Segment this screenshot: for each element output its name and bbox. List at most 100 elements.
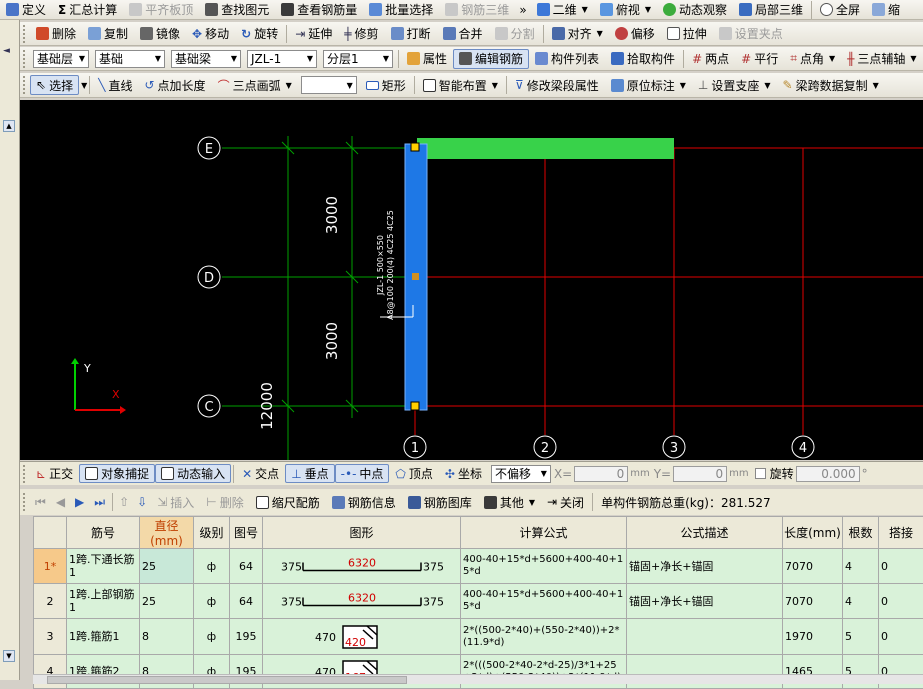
more-chevron-icon[interactable]: » [515, 3, 530, 17]
lap-cell[interactable]: 0 [879, 549, 923, 584]
coordinate-snap[interactable]: ✣坐标 [439, 464, 488, 483]
grade-cell[interactable]: ф [194, 584, 230, 619]
extend-button[interactable]: ⇥延伸 [289, 24, 338, 44]
grade-cell[interactable]: ф [194, 619, 230, 655]
define-button[interactable]: 定义 [0, 0, 52, 20]
modify-span-props-button[interactable]: ⊽修改梁段属性 [509, 75, 605, 95]
rebar-info-button[interactable]: 钢筋信息 [326, 492, 402, 512]
three-point-arc-dropdown[interactable]: ⌒三点画弧▼ [212, 75, 298, 95]
col-header-lap[interactable]: 搭接 [879, 517, 923, 549]
component-list-button[interactable]: 构件列表 [529, 49, 605, 69]
pick-component-button[interactable]: 拾取构件 [605, 49, 681, 69]
three-point-axis-button[interactable]: ╫三点辅轴▼ [841, 49, 922, 69]
formula-desc-cell[interactable]: 锚固+净长+锚固 [627, 584, 783, 619]
properties-button[interactable]: 属性 [401, 49, 453, 69]
merge-button[interactable]: 合并 [437, 24, 489, 44]
rotate-angle-input[interactable]: 0.000 [796, 466, 860, 482]
shape-cell[interactable]: 3756320375 [263, 584, 461, 619]
point-angle-dropdown[interactable]: ⌗点角▼ [784, 49, 841, 69]
dynamic-input-toggle[interactable]: 动态输入 [155, 464, 231, 483]
diameter-cell[interactable]: 25 [140, 549, 194, 584]
grip-point[interactable] [411, 402, 419, 410]
col-header-formula-desc[interactable]: 公式描述 [627, 517, 783, 549]
length-cell[interactable]: 7070 [783, 549, 843, 584]
ortho-toggle[interactable]: ⊾正交 [30, 464, 79, 483]
toolbar-grip[interactable] [23, 50, 27, 68]
formula-cell[interactable]: 400-40+15*d+5600+400-40+15*d [461, 584, 627, 619]
move-down-icon[interactable]: ⇩ [133, 495, 151, 509]
rebar-library-button[interactable]: 钢筋图库 [402, 492, 478, 512]
y-offset-input[interactable]: 0 [673, 466, 727, 482]
perpendicular-snap[interactable]: ⊥垂点 [285, 464, 334, 483]
insert-button[interactable]: ⇲插入 [151, 492, 200, 512]
break-button[interactable]: 打断 [385, 24, 437, 44]
copy-button[interactable]: 复制 [82, 24, 134, 44]
length-cell[interactable]: 7070 [783, 584, 843, 619]
fig-no-cell[interactable]: 64 [230, 584, 263, 619]
close-button[interactable]: ⇥关闭 [541, 492, 590, 512]
parallel-axis-button[interactable]: #平行 [735, 49, 784, 69]
col-header-length[interactable]: 长度(mm) [783, 517, 843, 549]
intersection-snap[interactable]: ✕交点 [236, 464, 285, 483]
sublayer-select[interactable]: 分层1▼ [323, 50, 393, 68]
col-header-formula[interactable]: 计算公式 [461, 517, 627, 549]
offset-mode-select[interactable]: 不偏移▼ [491, 465, 551, 483]
prev-icon[interactable]: ◀ [51, 495, 70, 509]
toolbar-grip[interactable] [23, 76, 27, 94]
trim-button[interactable]: ╪修剪 [338, 24, 384, 44]
toolbar-grip[interactable] [23, 465, 27, 483]
next-icon[interactable]: ▶ [70, 495, 89, 509]
bar-no-cell[interactable]: 1跨.箍筋1 [67, 619, 140, 655]
move-up-icon[interactable]: ⇧ [115, 495, 133, 509]
set-grip-button[interactable]: 设置夹点 [713, 24, 789, 44]
in-situ-annotation-dropdown[interactable]: 原位标注▼ [605, 75, 692, 95]
split-button[interactable]: 分割 [489, 24, 541, 44]
fig-no-cell[interactable]: 195 [230, 619, 263, 655]
grip-point[interactable] [411, 143, 419, 151]
edit-rebar-button[interactable]: 编辑钢筋 [453, 49, 529, 69]
line-button[interactable]: ╲直线 [92, 75, 138, 95]
x-offset-input[interactable]: 0 [574, 466, 628, 482]
last-page-icon[interactable]: ⏭ [89, 495, 110, 510]
arc-mode-select[interactable]: ▼ [301, 76, 357, 94]
smart-layout-dropdown[interactable]: 智能布置▼ [417, 75, 504, 95]
zoom-button[interactable]: 缩 [866, 0, 906, 20]
formula-cell[interactable]: 400-40+15*d+5600+400-40+15*d [461, 549, 627, 584]
bar-no-cell[interactable]: 1跨.上部钢筋1 [67, 584, 140, 619]
fullscreen-button[interactable]: 全屏 [814, 0, 866, 20]
chevron-down-icon[interactable]: ▼ [81, 81, 87, 90]
toolbar-grip[interactable] [23, 25, 27, 43]
vertex-snap[interactable]: ⬠顶点 [389, 464, 438, 483]
scale-rebar-button[interactable]: 缩尺配筋 [250, 492, 326, 512]
col-header-count[interactable]: 根数 [843, 517, 879, 549]
row-index[interactable]: 1* [34, 549, 67, 584]
scrollbar-thumb[interactable] [47, 676, 407, 684]
diameter-cell[interactable]: 25 [140, 584, 194, 619]
diameter-cell[interactable]: 8 [140, 619, 194, 655]
category-select[interactable]: 基础▼ [95, 50, 165, 68]
formula-desc-cell[interactable]: 锚固+净长+锚固 [627, 549, 783, 584]
dock-left-arrow-icon[interactable]: ◄ [3, 46, 15, 60]
formula-cell[interactable]: 2*((500-2*40)+(550-2*40))+2*(11.9*d) [461, 619, 627, 655]
mirror-button[interactable]: 镜像 [134, 24, 186, 44]
toolbar-grip[interactable] [23, 493, 27, 511]
scroll-up-icon[interactable]: ▲ [3, 120, 15, 132]
set-support-dropdown[interactable]: ⊥设置支座▼ [692, 75, 777, 95]
view-rebar-qty-button[interactable]: 查看钢筋量 [275, 0, 363, 20]
floor-select[interactable]: 基础层▼ [33, 50, 89, 68]
table-row[interactable]: 1*1跨.下通长筋125ф643756320375400-40+15*d+560… [34, 549, 923, 584]
col-header-diameter[interactable]: 直径(mm) [140, 517, 194, 549]
table-row[interactable]: 31跨.箍筋18ф1954704202*((500-2*40)+(550-2*4… [34, 619, 923, 655]
point-length-button[interactable]: ↺点加长度 [138, 75, 211, 95]
component-select[interactable]: JZL-1▼ [247, 50, 317, 68]
delete-button[interactable]: 删除 [30, 24, 82, 44]
lap-cell[interactable]: 0 [879, 584, 923, 619]
scroll-down-icon[interactable]: ▼ [3, 650, 15, 662]
two-point-axis-button[interactable]: #两点 [686, 49, 735, 69]
move-button[interactable]: ✥移动 [186, 24, 235, 44]
offset-button[interactable]: 偏移 [609, 24, 661, 44]
dynamic-orbit-button[interactable]: 动态观察 [657, 0, 733, 20]
first-page-icon[interactable]: ⏮ [30, 495, 51, 510]
col-header-fig-no[interactable]: 图号 [230, 517, 263, 549]
lap-cell[interactable]: 0 [879, 619, 923, 655]
